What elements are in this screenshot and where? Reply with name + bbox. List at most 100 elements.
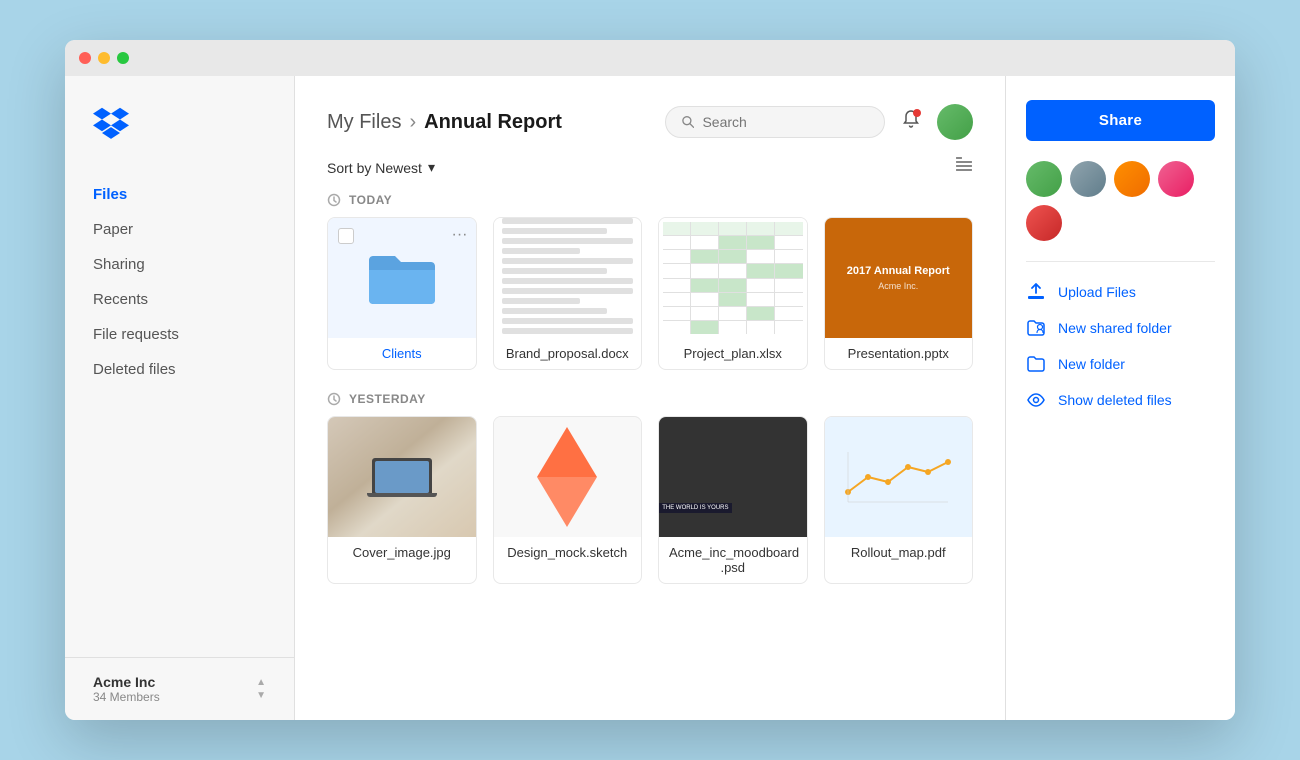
- pdf-chart-svg: [838, 442, 958, 512]
- search-box[interactable]: [665, 106, 885, 138]
- sidebar-item-file-requests[interactable]: File requests: [65, 317, 294, 352]
- grid-view-icon: [955, 156, 973, 174]
- file-card-rollout-map[interactable]: Rollout_map.pdf: [824, 416, 974, 584]
- sort-chevron-icon: ▾: [428, 159, 435, 176]
- main-header: My Files › Annual Report: [295, 76, 1005, 140]
- folder-checkbox[interactable]: [338, 228, 354, 244]
- show-deleted-files-label: Show deleted files: [1058, 392, 1172, 408]
- file-card-moodboard[interactable]: THE WORLD IS YOURS Acme_inc_moodboard.ps…: [658, 416, 808, 584]
- doc-lines: [502, 218, 634, 338]
- sidebar-item-deleted-files[interactable]: Deleted files: [65, 352, 294, 387]
- new-shared-folder-action[interactable]: New shared folder: [1026, 318, 1215, 338]
- section-header-yesterday: YESTERDAY: [327, 378, 973, 416]
- file-name-rollout-map: Rollout_map.pdf: [825, 537, 973, 568]
- today-label: TODAY: [349, 193, 392, 207]
- divider: [1026, 261, 1215, 262]
- org-members-count: 34 Members: [93, 690, 160, 704]
- clock-icon-yesterday: [327, 392, 341, 406]
- notifications-button[interactable]: [901, 109, 921, 135]
- file-card-cover-image[interactable]: Cover_image.jpg: [327, 416, 477, 584]
- main-content: My Files › Annual Report: [295, 76, 1005, 720]
- presentation-preview: 2017 Annual Report Acme Inc.: [825, 218, 973, 338]
- member-avatar-1[interactable]: [1026, 161, 1062, 197]
- breadcrumb-parent[interactable]: My Files: [327, 111, 401, 134]
- eye-icon: [1026, 390, 1046, 410]
- spreadsheet-preview: [659, 218, 807, 338]
- photo-preview: [328, 417, 476, 537]
- spreadsheet-grid: [663, 222, 803, 334]
- maximize-button[interactable]: [117, 52, 129, 64]
- file-card-project-plan[interactable]: Project_plan.xlsx: [658, 217, 808, 370]
- member-avatars: [1026, 161, 1215, 241]
- toolbar: Sort by Newest ▾: [295, 140, 1005, 179]
- file-name-cover-image: Cover_image.jpg: [328, 537, 476, 568]
- logo-area: [65, 106, 294, 177]
- minimize-button[interactable]: [98, 52, 110, 64]
- file-card-design-mock[interactable]: Design_mock.sketch: [493, 416, 643, 584]
- member-avatar-2[interactable]: [1070, 161, 1106, 197]
- sidebar-nav: Files Paper Sharing Recents File request…: [65, 177, 294, 387]
- window-controls: [79, 52, 129, 64]
- file-name-project-plan: Project_plan.xlsx: [659, 338, 807, 369]
- breadcrumb: My Files › Annual Report: [327, 111, 562, 134]
- action-list: Upload Files New shared folder: [1026, 282, 1215, 410]
- sidebar-item-paper[interactable]: Paper: [65, 212, 294, 247]
- member-avatar-4[interactable]: [1158, 161, 1194, 197]
- file-card-brand-proposal[interactable]: Brand_proposal.docx: [493, 217, 643, 370]
- member-avatar-5[interactable]: [1026, 205, 1062, 241]
- file-card-clients[interactable]: ··· Clients: [327, 217, 477, 370]
- pres-title: 2017 Annual Report: [847, 265, 950, 277]
- sidebar-item-files[interactable]: Files: [65, 177, 294, 212]
- upload-files-action[interactable]: Upload Files: [1026, 282, 1215, 302]
- file-name-design-mock: Design_mock.sketch: [494, 537, 642, 568]
- upload-files-label: Upload Files: [1058, 284, 1136, 300]
- files-scroll-area: TODAY ··· Clie: [295, 179, 1005, 720]
- notification-dot: [913, 109, 921, 117]
- yesterday-files-grid: Cover_image.jpg Design_mock.sketch: [327, 416, 973, 584]
- sidebar-footer[interactable]: Acme Inc 34 Members ▲ ▼: [65, 657, 294, 720]
- shared-folder-icon: [1026, 318, 1046, 338]
- titlebar: [65, 40, 1235, 76]
- search-input[interactable]: [702, 114, 868, 130]
- sidebar: Files Paper Sharing Recents File request…: [65, 76, 295, 720]
- sidebar-item-sharing[interactable]: Sharing: [65, 247, 294, 282]
- moodboard-preview: THE WORLD IS YOURS: [659, 417, 807, 537]
- section-header-today: TODAY: [327, 179, 973, 217]
- search-icon: [682, 115, 694, 129]
- file-card-presentation[interactable]: 2017 Annual Report Acme Inc. Presentatio…: [824, 217, 974, 370]
- new-folder-action[interactable]: New folder: [1026, 354, 1215, 374]
- folder-more-icon[interactable]: ···: [452, 226, 468, 244]
- chevron-updown-icon: ▲ ▼: [256, 677, 266, 701]
- sort-button[interactable]: Sort by Newest ▾: [327, 159, 435, 176]
- clock-icon: [327, 193, 341, 207]
- file-name-clients: Clients: [328, 338, 476, 369]
- moodboard-text: THE WORLD IS YOURS: [660, 503, 730, 513]
- today-files-grid: ··· Clients: [327, 217, 973, 370]
- sidebar-item-recents[interactable]: Recents: [65, 282, 294, 317]
- avatar[interactable]: [937, 104, 973, 140]
- doc-preview: [494, 218, 642, 338]
- show-deleted-files-action[interactable]: Show deleted files: [1026, 390, 1215, 410]
- member-avatar-3[interactable]: [1114, 161, 1150, 197]
- new-shared-folder-label: New shared folder: [1058, 320, 1172, 336]
- folder-preview: ···: [328, 218, 476, 338]
- share-button[interactable]: Share: [1026, 100, 1215, 141]
- pdf-preview: [825, 417, 973, 537]
- app-window: Files Paper Sharing Recents File request…: [65, 40, 1235, 720]
- sketch-preview: [494, 417, 642, 537]
- header-right: [665, 104, 973, 140]
- new-folder-label: New folder: [1058, 356, 1125, 372]
- breadcrumb-separator: ›: [409, 111, 416, 134]
- breadcrumb-current: Annual Report: [424, 111, 562, 134]
- file-name-presentation: Presentation.pptx: [825, 338, 973, 369]
- pres-subtitle: Acme Inc.: [878, 281, 918, 291]
- new-folder-icon: [1026, 354, 1046, 374]
- upload-icon: [1026, 282, 1046, 302]
- yesterday-label: YESTERDAY: [349, 392, 426, 406]
- folder-icon: [367, 250, 437, 306]
- file-name-moodboard: Acme_inc_moodboard.psd: [659, 537, 807, 583]
- view-toggle-button[interactable]: [955, 156, 973, 179]
- close-button[interactable]: [79, 52, 91, 64]
- file-name-brand-proposal: Brand_proposal.docx: [494, 338, 642, 369]
- org-name: Acme Inc: [93, 674, 160, 690]
